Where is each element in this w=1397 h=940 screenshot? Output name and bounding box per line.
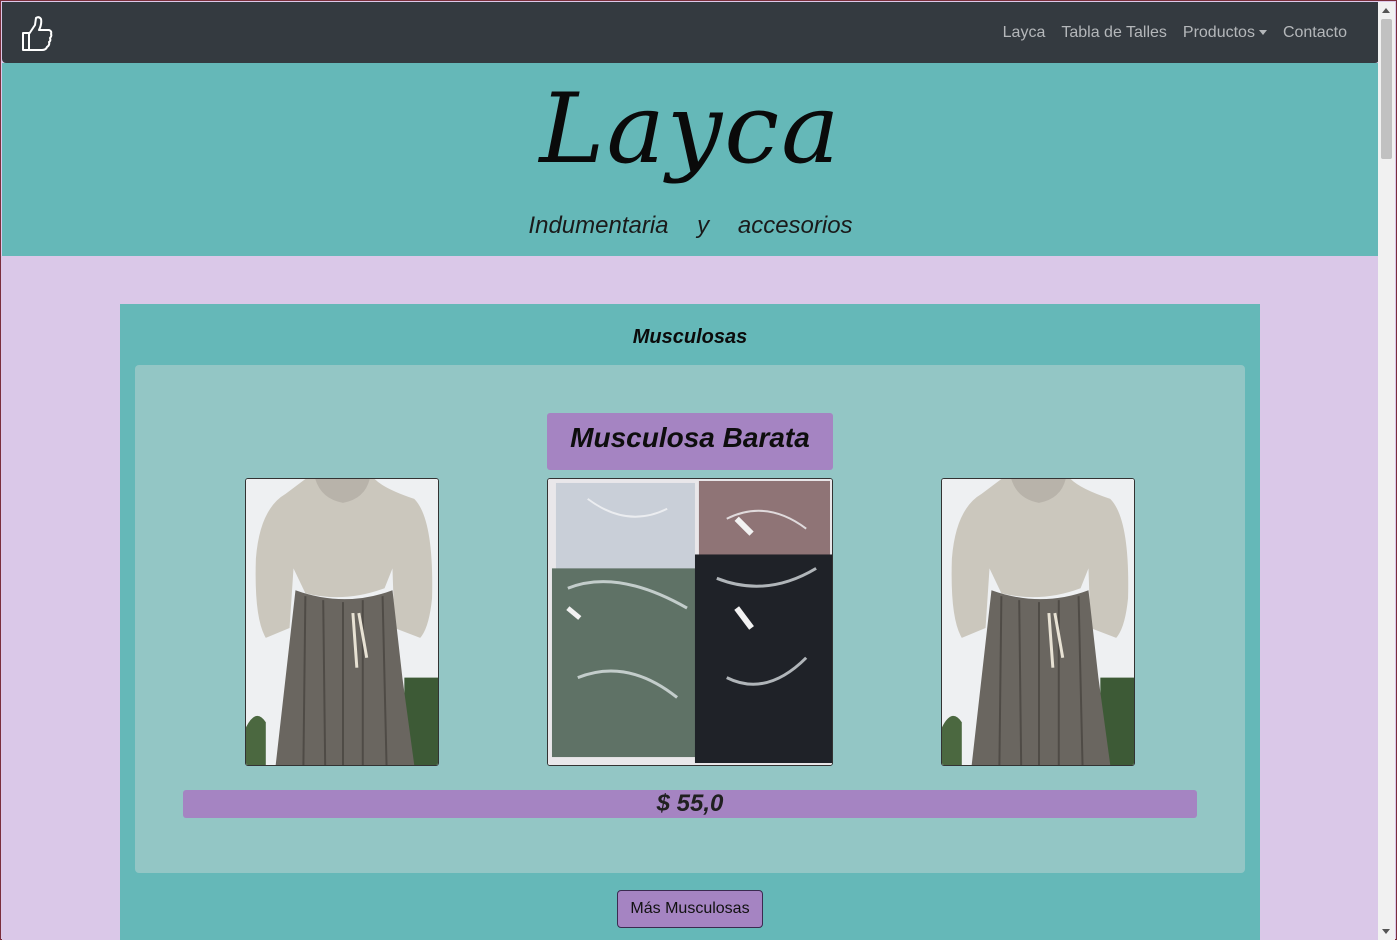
- model-photo-image: [246, 479, 438, 765]
- page: Layca Tabla de Talles Productos Contacto…: [2, 2, 1379, 940]
- product-photo-right[interactable]: [941, 478, 1135, 766]
- scrollbar-thumb[interactable]: [1381, 19, 1392, 159]
- nav-link-contacto[interactable]: Contacto: [1275, 24, 1355, 42]
- vertical-scrollbar[interactable]: [1378, 2, 1395, 940]
- product-photo-left[interactable]: [245, 478, 439, 766]
- site-logo: Layca: [539, 73, 842, 185]
- caret-down-icon: [1258, 30, 1267, 35]
- brand-link[interactable]: [20, 15, 54, 53]
- packaged-tops-image: [548, 479, 832, 765]
- nav-dropdown-productos[interactable]: Productos: [1175, 24, 1275, 42]
- section-title: Musculosas: [632, 326, 748, 348]
- product-card: Musculosa Barata $ 55,0: [135, 365, 1245, 873]
- nav-link-layca[interactable]: Layca: [995, 24, 1054, 42]
- browser-frame: Layca Tabla de Talles Productos Contacto…: [0, 0, 1397, 940]
- nav-dropdown-label: Productos: [1182, 23, 1255, 41]
- site-tagline: Indumentaria y accesorios: [528, 212, 853, 239]
- product-photo-main[interactable]: [547, 478, 833, 766]
- scroll-up-icon[interactable]: [1382, 8, 1390, 13]
- nav-links: Layca Tabla de Talles Productos Contacto: [995, 2, 1355, 63]
- products-section: Musculosas Musculosa Barata $ 55,0 Más M…: [120, 304, 1260, 940]
- nav-link-tabla-de-talles[interactable]: Tabla de Talles: [1053, 24, 1175, 42]
- hero-header: Layca Indumentaria y accesorios: [2, 63, 1379, 256]
- product-price: $ 55,0: [183, 790, 1197, 818]
- model-photo-image: [942, 479, 1134, 765]
- product-name: Musculosa Barata: [547, 413, 833, 470]
- thumbs-up-icon: [22, 16, 53, 51]
- navbar: Layca Tabla de Talles Productos Contacto: [2, 2, 1379, 63]
- more-products-button[interactable]: Más Musculosas: [617, 890, 763, 928]
- scroll-down-icon[interactable]: [1382, 929, 1390, 934]
